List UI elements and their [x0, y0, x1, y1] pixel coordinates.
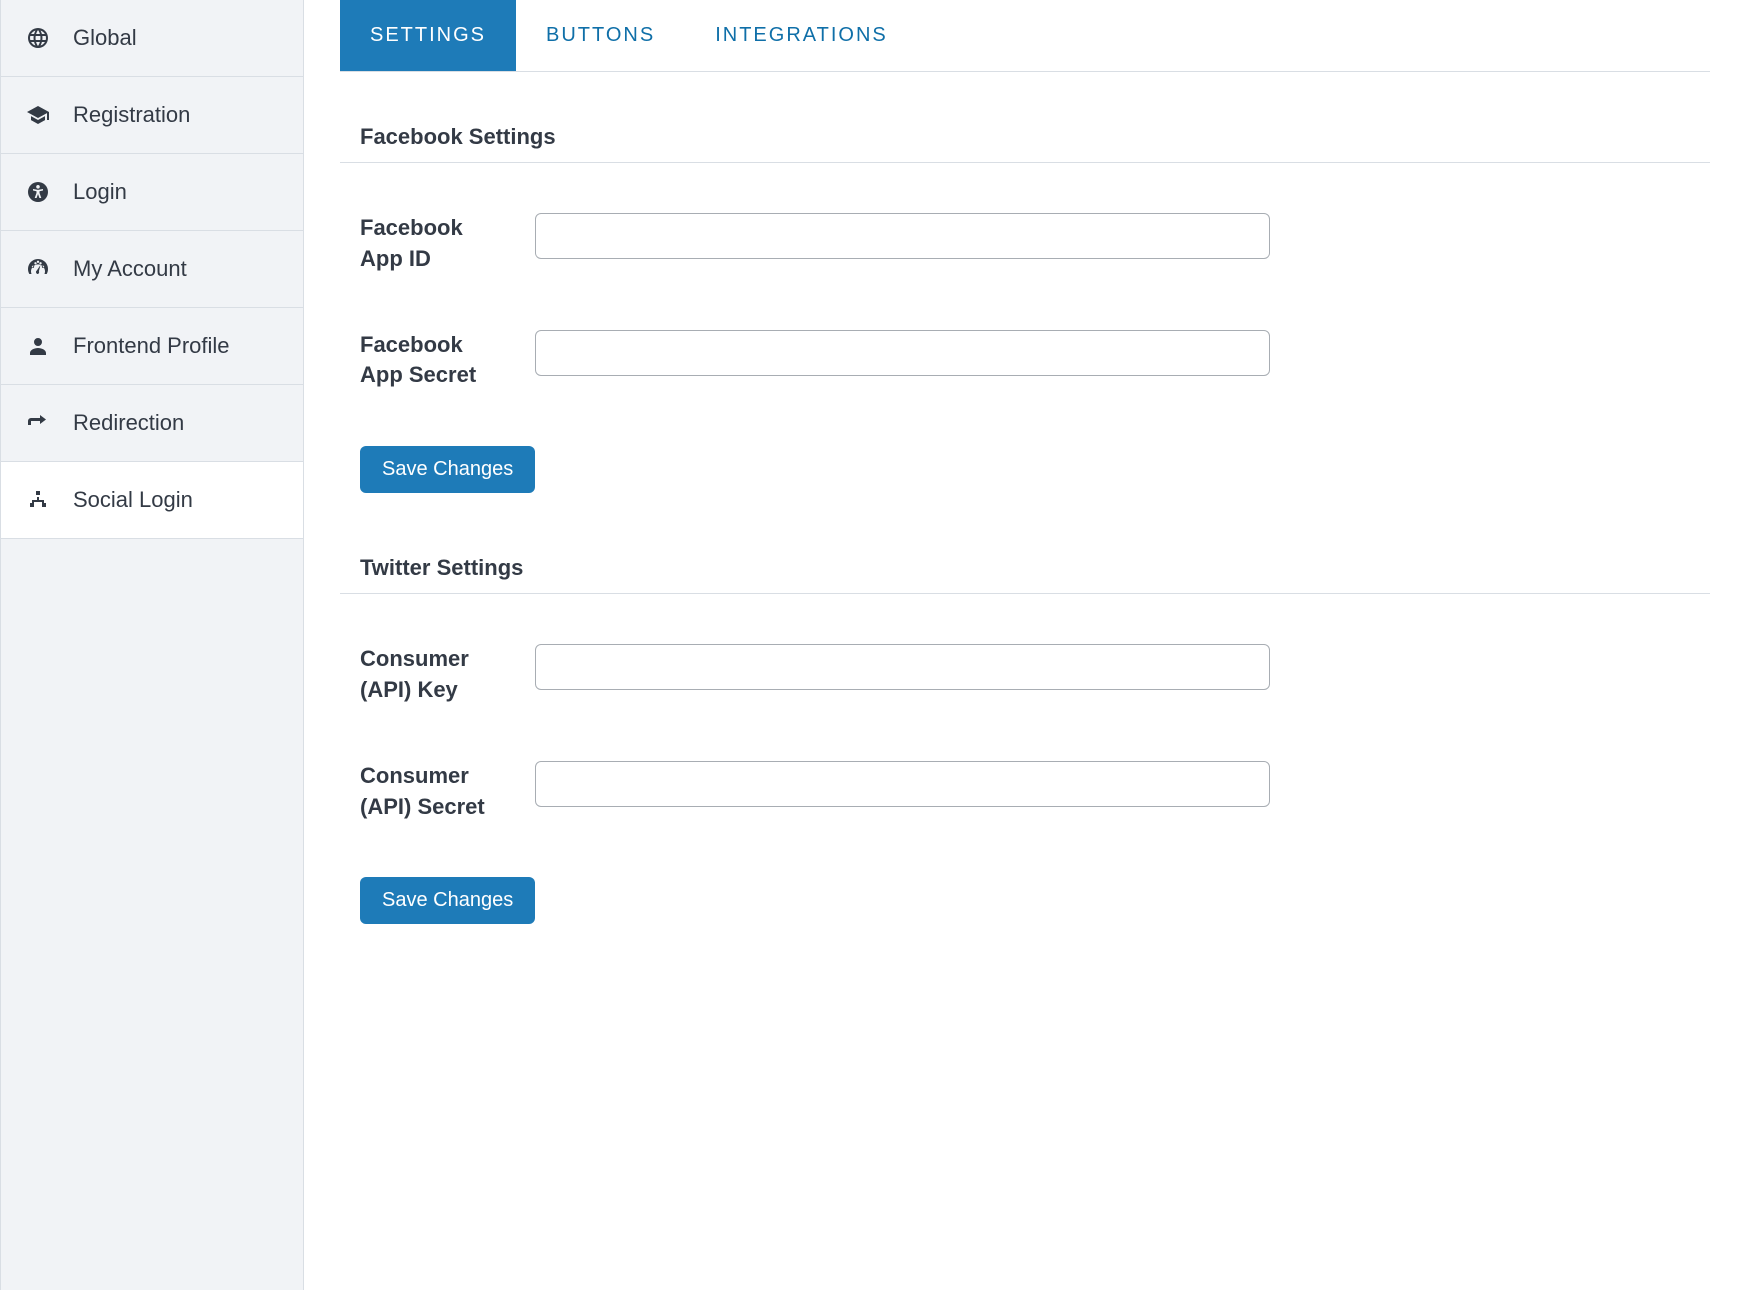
dashboard-icon [23, 257, 53, 281]
sidebar-item-label: Registration [73, 102, 190, 128]
accessibility-icon [23, 180, 53, 204]
layout: Global Registration Login My Account Fro [0, 0, 1746, 1290]
label-fb-app-id: Facebook App ID [360, 213, 490, 275]
sidebar-item-social-login[interactable]: Social Login [1, 462, 303, 539]
input-twitter-secret[interactable] [535, 761, 1270, 807]
form-row-fb-app-secret: Facebook App Secret [340, 330, 1710, 392]
sidebar-item-frontend-profile[interactable]: Frontend Profile [1, 308, 303, 385]
sidebar-item-global[interactable]: Global [1, 0, 303, 77]
form-row-fb-app-id: Facebook App ID [340, 213, 1710, 275]
form-row-twitter-secret: Consumer (API) Secret [340, 761, 1710, 823]
tab-settings[interactable]: Settings [340, 0, 516, 71]
input-fb-app-id[interactable] [535, 213, 1270, 259]
graduation-cap-icon [23, 103, 53, 127]
tab-integrations[interactable]: Integrations [685, 0, 918, 71]
tab-buttons[interactable]: Buttons [516, 0, 685, 71]
sidebar-item-label: Redirection [73, 410, 184, 436]
section-title-facebook: Facebook Settings [340, 112, 1710, 163]
form-row-twitter-key: Consumer (API) Key [340, 644, 1710, 706]
label-twitter-key: Consumer (API) Key [360, 644, 490, 706]
sidebar-item-label: Social Login [73, 487, 193, 513]
sidebar: Global Registration Login My Account Fro [0, 0, 304, 1290]
sidebar-item-label: Frontend Profile [73, 333, 230, 359]
sidebar-item-redirection[interactable]: Redirection [1, 385, 303, 462]
label-fb-app-secret: Facebook App Secret [360, 330, 490, 392]
main-content: Settings Buttons Integrations Facebook S… [304, 0, 1746, 1290]
save-button-facebook[interactable]: Save Changes [360, 446, 535, 493]
sidebar-item-label: Login [73, 179, 127, 205]
sidebar-item-my-account[interactable]: My Account [1, 231, 303, 308]
tabs: Settings Buttons Integrations [340, 0, 1710, 72]
sidebar-item-label: Global [73, 25, 137, 51]
sidebar-item-registration[interactable]: Registration [1, 77, 303, 154]
input-fb-app-secret[interactable] [535, 330, 1270, 376]
sidebar-item-login[interactable]: Login [1, 154, 303, 231]
input-twitter-key[interactable] [535, 644, 1270, 690]
user-icon [23, 334, 53, 358]
section-title-twitter: Twitter Settings [340, 543, 1710, 594]
sitemap-icon [23, 488, 53, 512]
redirect-arrow-icon [23, 411, 53, 435]
label-twitter-secret: Consumer (API) Secret [360, 761, 490, 823]
sidebar-item-label: My Account [73, 256, 187, 282]
globe-icon [23, 26, 53, 50]
save-button-twitter[interactable]: Save Changes [360, 877, 535, 924]
